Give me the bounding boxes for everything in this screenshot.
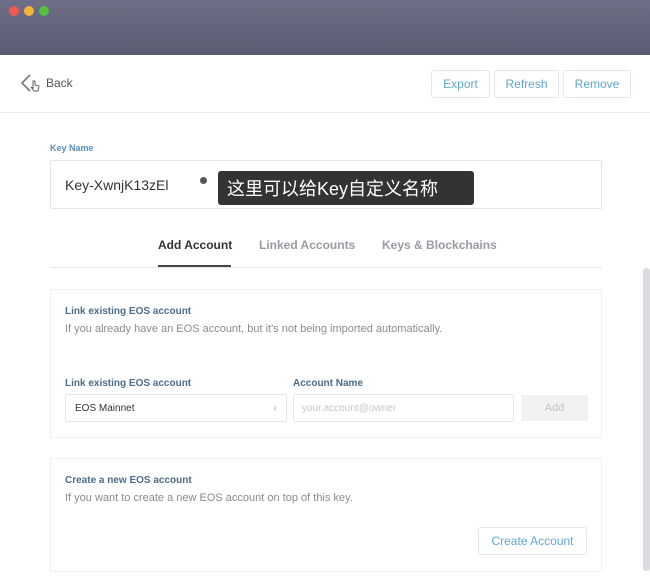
create-panel-title: Create a new EOS account [65, 475, 192, 486]
close-window-button[interactable] [9, 6, 19, 16]
remove-button[interactable]: Remove [563, 70, 631, 98]
back-label: Back [46, 76, 73, 90]
key-name-label: Key Name [50, 143, 94, 153]
tab-keys-blockchains[interactable]: Keys & Blockchains [382, 238, 497, 252]
network-field-label: Link existing EOS account [65, 378, 192, 389]
chevron-left-small-icon: ‹ [273, 403, 277, 414]
minimize-window-button[interactable] [24, 6, 34, 16]
window-titlebar [0, 0, 650, 55]
annotation-tooltip: 这里可以给Key自定义名称 [218, 171, 474, 205]
zoom-window-button[interactable] [39, 6, 49, 16]
account-name-input[interactable] [293, 394, 514, 422]
top-toolbar: Back Export Refresh Remove [0, 55, 650, 113]
vertical-scrollbar[interactable] [643, 268, 650, 571]
add-account-button[interactable]: Add [521, 395, 588, 421]
refresh-button[interactable]: Refresh [494, 70, 559, 98]
annotation-pointer-icon [200, 177, 207, 184]
create-account-panel: Create a new EOS account If you want to … [50, 458, 602, 572]
back-button[interactable]: Back [20, 73, 73, 93]
network-select[interactable]: EOS Mainnet ‹ [65, 394, 287, 422]
link-panel-title: Link existing EOS account [65, 306, 192, 317]
network-select-value: EOS Mainnet [75, 402, 135, 414]
link-panel-description: If you already have an EOS account, but … [65, 323, 443, 335]
active-tab-indicator [158, 265, 231, 267]
link-account-panel: Link existing EOS account If you already… [50, 289, 602, 438]
account-name-label: Account Name [293, 378, 364, 389]
tab-add-account[interactable]: Add Account [158, 238, 232, 252]
key-name-value: Key-XwnjK13zEl [65, 177, 169, 193]
export-button[interactable]: Export [431, 70, 490, 98]
tab-linked-accounts[interactable]: Linked Accounts [259, 238, 355, 252]
create-account-button[interactable]: Create Account [478, 527, 587, 555]
create-panel-description: If you want to create a new EOS account … [65, 492, 353, 504]
tab-bar: Add Account Linked Accounts Keys & Block… [50, 228, 602, 268]
pointer-cursor-icon [30, 80, 40, 92]
